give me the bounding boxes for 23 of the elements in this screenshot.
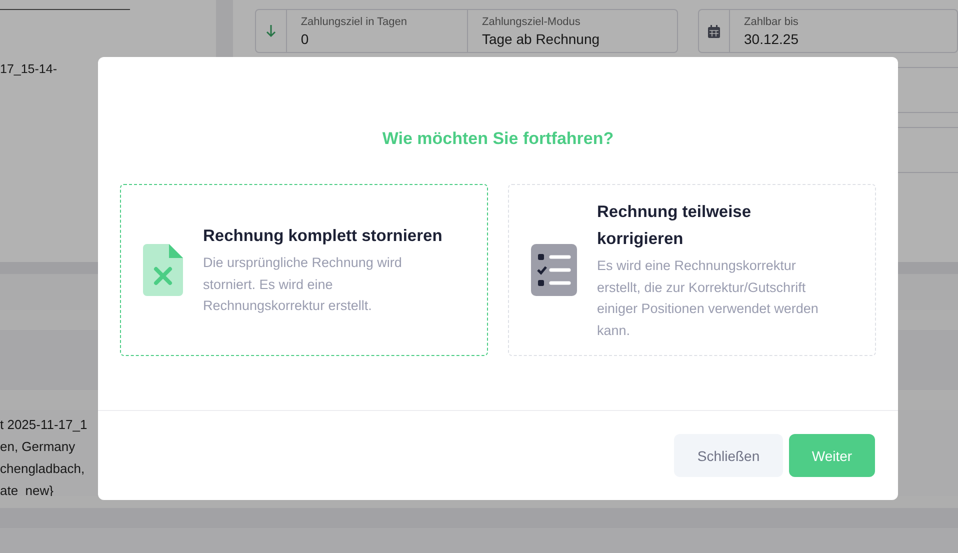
option-card[interactable]: Rechnung komplett stornieren Die ursprüngliche Rechnung wird storniert. Es wird eine Rechnungskorrektur erstellt.	[120, 184, 488, 356]
dialog-title: Wie möchten Sie fortfahren?	[382, 129, 614, 149]
field-value: Tage ab Rechnung	[482, 31, 600, 47]
filename-text: 17_15-14-	[0, 62, 58, 76]
arrow-down-icon	[266, 24, 276, 38]
option-title: Rechnung teilweise korrigieren	[597, 202, 752, 250]
calendar-icon	[708, 24, 720, 38]
field-label: Zahlungsziel-Modus	[482, 16, 580, 28]
field-value: 0	[300, 31, 309, 47]
checklist-icon	[531, 244, 577, 296]
address-line: chengladbach,	[0, 460, 85, 478]
field-label: Zahlbar bis	[744, 16, 798, 28]
option-title: Rechnung komplett stornieren	[203, 226, 442, 248]
option-card[interactable]: Rechnung teilweise korrigieren Es wird eine Rechnungskorrektur erstellt, die zur Korrektur/Gutschrift einiger Positionen verwendet werden kann.	[508, 184, 876, 356]
address-line: t 2025-11-17_1	[0, 416, 88, 434]
address-line: ate_new}	[0, 482, 54, 500]
field-value: 30.12.25	[744, 31, 798, 47]
address-line: en, Germany	[0, 438, 76, 456]
field-label: Zahlungsziel in Tagen	[300, 16, 408, 28]
option-description: Es wird eine Rechnungskorrektur erstellt, die zur Korrektur/Gutschrift einiger Positionen verwendet werden kann.	[597, 257, 820, 340]
close-button[interactable]: Schließen	[674, 434, 783, 477]
option-description: Die ursprüngliche Rechnung wird storniert. Es wird eine Rechnungskorrektur erstellt.	[203, 254, 403, 316]
document-x-icon	[143, 244, 183, 296]
